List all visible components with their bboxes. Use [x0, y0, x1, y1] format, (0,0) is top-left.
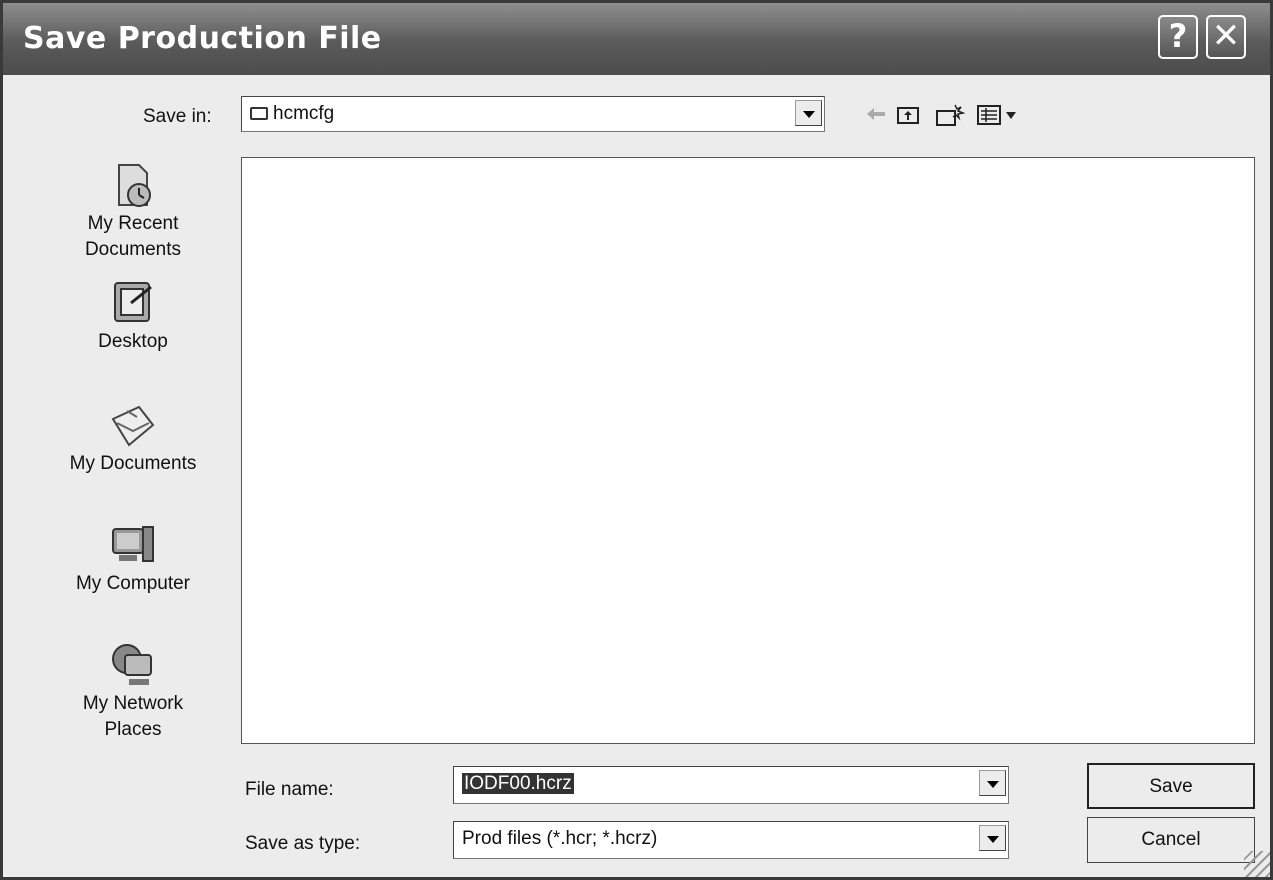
- file-name-label: File name:: [245, 779, 334, 800]
- place-my-network-places[interactable]: My Network Places: [43, 641, 223, 743]
- chevron-down-icon[interactable]: [795, 100, 822, 126]
- my-documents-icon: [111, 405, 155, 447]
- up-folder-icon[interactable]: [896, 103, 922, 130]
- place-label: My Documents: [69, 453, 197, 474]
- back-arrow-icon[interactable]: [865, 103, 887, 130]
- file-name-input[interactable]: IODF00.hcrz: [453, 766, 1009, 804]
- resize-grip[interactable]: [1244, 851, 1270, 877]
- my-computer-icon: [112, 526, 154, 562]
- network-places-icon: [112, 644, 152, 685]
- place-label: My Network: [82, 693, 184, 714]
- save-as-type-dropdown[interactable]: Prod files (*.hcr; *.hcrz): [453, 821, 1009, 859]
- desktop-icon: [114, 282, 152, 322]
- place-label: Places: [104, 719, 162, 740]
- save-button[interactable]: Save: [1087, 763, 1255, 809]
- save-as-type-value: Prod files (*.hcr; *.hcrz): [462, 828, 658, 849]
- save-in-value: hcmcfg: [273, 103, 335, 124]
- chevron-down-icon[interactable]: [979, 770, 1006, 796]
- dialog-title: Save Production File: [23, 21, 382, 56]
- place-label: My Computer: [75, 573, 191, 594]
- place-recent-documents[interactable]: My Recent Documents: [43, 161, 223, 263]
- title-bar[interactable]: Save Production File ? ✕: [3, 3, 1270, 75]
- save-in-label: Save in:: [143, 106, 212, 127]
- help-button[interactable]: ?: [1158, 15, 1198, 59]
- file-list[interactable]: [241, 157, 1255, 744]
- cancel-button[interactable]: Cancel: [1087, 817, 1255, 863]
- chevron-down-icon[interactable]: [979, 825, 1006, 851]
- new-folder-icon[interactable]: [935, 103, 966, 132]
- close-button[interactable]: ✕: [1206, 15, 1246, 59]
- place-my-documents[interactable]: My Documents: [43, 401, 223, 477]
- place-label: My Recent: [87, 213, 179, 234]
- folder-icon: [250, 107, 268, 120]
- place-desktop[interactable]: Desktop: [43, 279, 223, 355]
- save-as-type-label: Save as type:: [245, 833, 361, 854]
- recent-documents-icon: [118, 164, 151, 207]
- save-dialog: Save Production File ? ✕ Save in: hcmcfg…: [0, 0, 1273, 880]
- view-menu-icon[interactable]: [976, 103, 1022, 132]
- place-my-computer[interactable]: My Computer: [43, 521, 223, 597]
- file-name-value: IODF00.hcrz: [462, 773, 574, 794]
- place-label: Desktop: [98, 331, 168, 352]
- place-label: Documents: [84, 239, 182, 260]
- save-in-dropdown[interactable]: hcmcfg: [241, 96, 825, 132]
